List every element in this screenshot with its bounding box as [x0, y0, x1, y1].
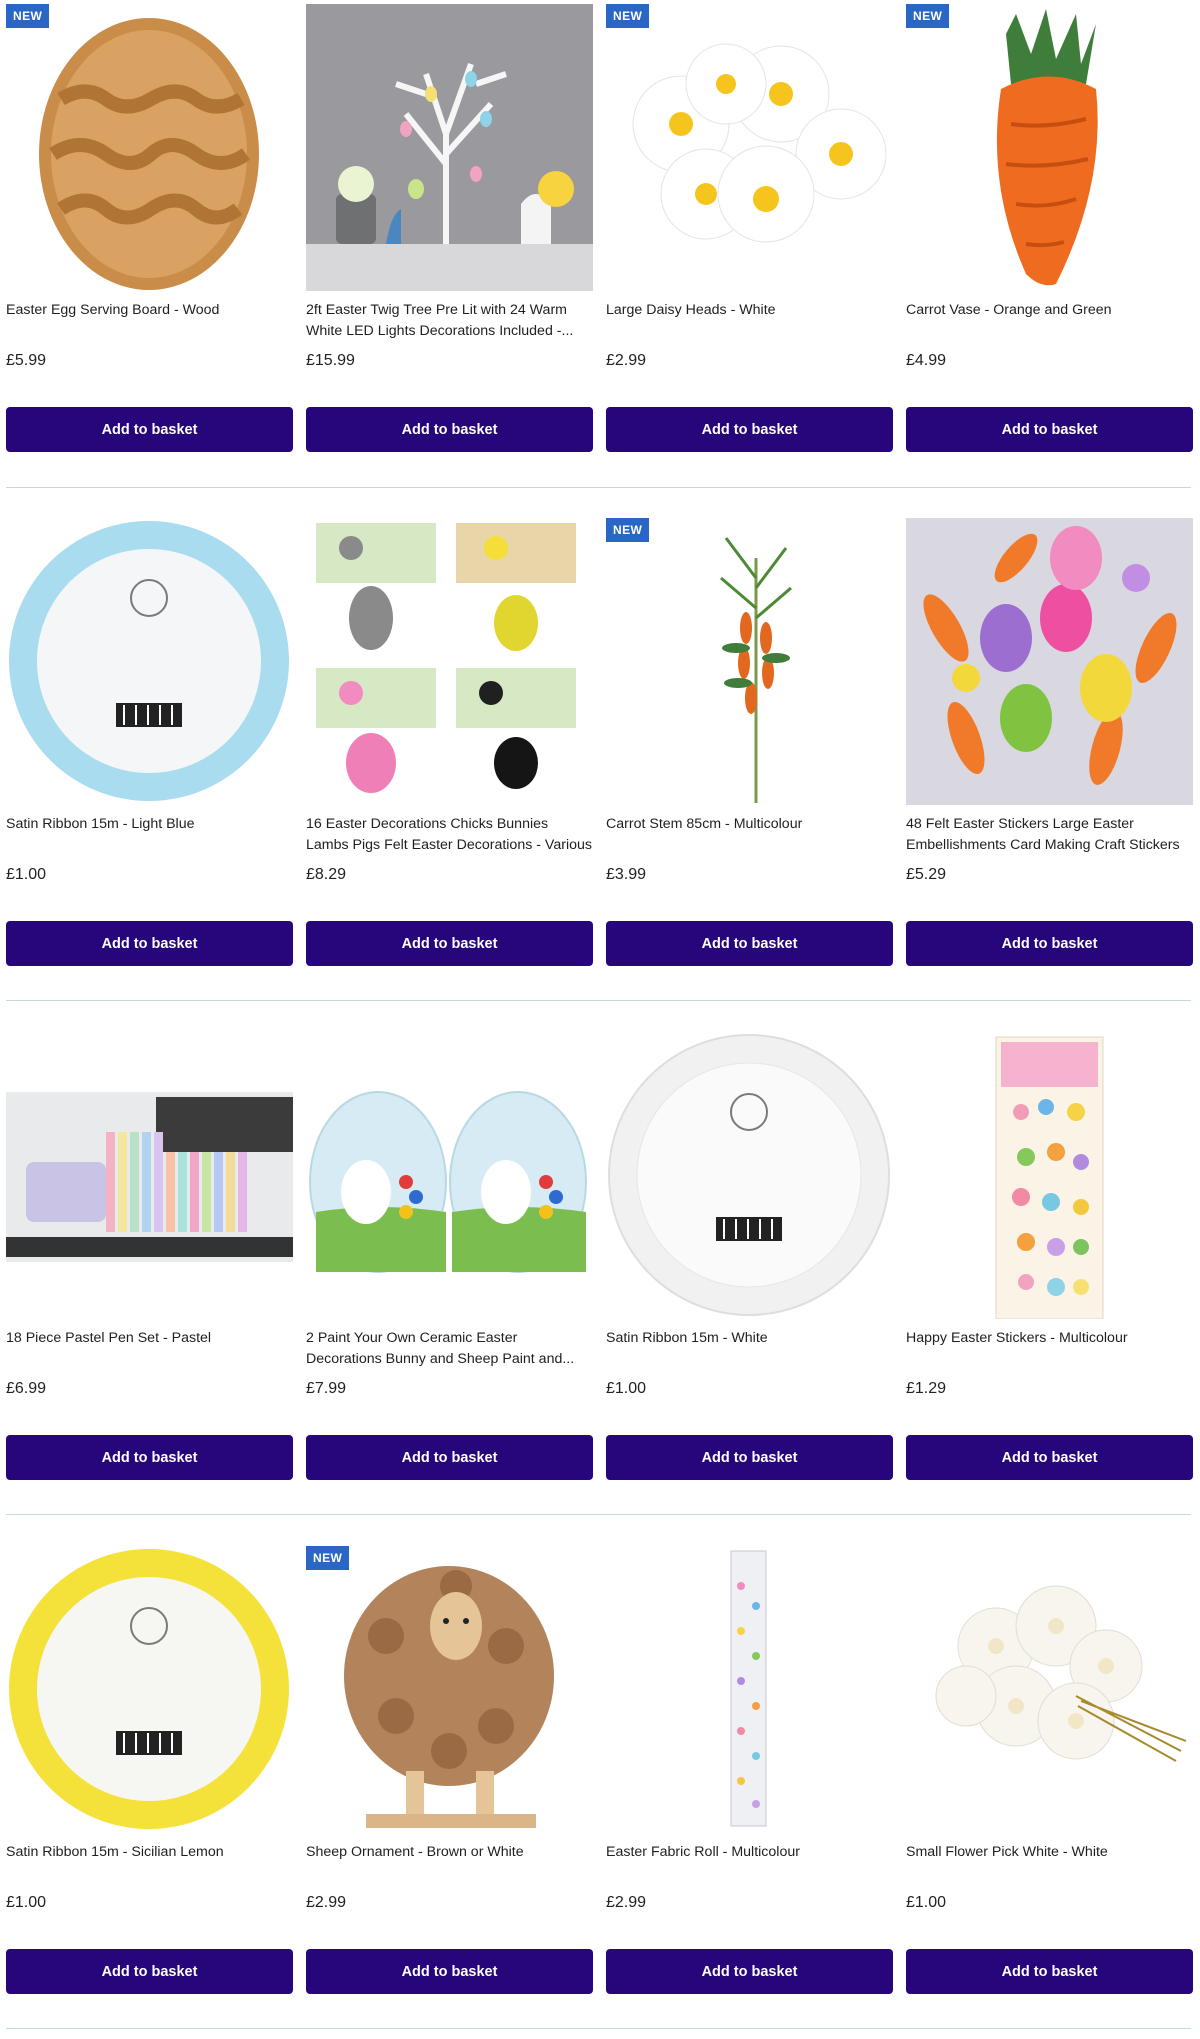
ribbon-yellow-image[interactable] — [6, 1546, 293, 1833]
product-title[interactable]: Easter Fabric Roll - Multicolour — [606, 1842, 893, 1884]
product-title[interactable]: Satin Ribbon 15m - Light Blue — [6, 814, 293, 856]
product-price: £3.99 — [606, 866, 647, 883]
add-to-basket-button[interactable]: Add to basket — [306, 1949, 593, 1994]
product-card[interactable]: 2ft Easter Twig Tree Pre Lit with 24 War… — [306, 0, 593, 513]
product-title[interactable]: Happy Easter Stickers - Multicolour — [906, 1328, 1193, 1370]
product-title[interactable]: Easter Egg Serving Board - Wood — [6, 300, 293, 342]
felt-stickers-image[interactable] — [906, 518, 1193, 805]
product-price: £5.99 — [6, 352, 47, 369]
new-badge: NEW — [606, 518, 650, 542]
product-card[interactable]: 18 Piece Pastel Pen Set - Pastel £6.99 A… — [6, 1028, 293, 1541]
product-price: £5.29 — [906, 866, 947, 883]
product-price: £1.00 — [606, 1380, 647, 1397]
egg-board-image[interactable] — [6, 4, 293, 291]
product-card[interactable]: Satin Ribbon 15m - Sicilian Lemon £1.00 … — [6, 1542, 293, 2039]
easter-stickers-image[interactable] — [906, 1032, 1193, 1319]
new-badge: NEW — [6, 4, 50, 28]
product-card[interactable]: Happy Easter Stickers - Multicolour £1.2… — [906, 1028, 1193, 1541]
paint-ceramic-image[interactable] — [306, 1032, 593, 1319]
ribbon-white-image[interactable] — [606, 1032, 893, 1319]
product-price: £1.00 — [6, 1894, 47, 1911]
daisy-heads-image[interactable] — [606, 4, 893, 291]
product-price: £7.99 — [306, 1380, 347, 1397]
product-price: £1.00 — [6, 866, 47, 883]
product-title[interactable]: Large Daisy Heads - White — [606, 300, 893, 342]
add-to-basket-button[interactable]: Add to basket — [306, 1435, 593, 1480]
product-price: £8.29 — [306, 866, 347, 883]
row-divider — [6, 2028, 1191, 2029]
carrot-stem-image[interactable] — [606, 518, 893, 805]
product-price: £2.99 — [606, 1894, 647, 1911]
add-to-basket-button[interactable]: Add to basket — [906, 1435, 1193, 1480]
product-title[interactable]: 16 Easter Decorations Chicks Bunnies Lam… — [306, 814, 593, 856]
new-badge: NEW — [606, 4, 650, 28]
sheep-ornament-image[interactable] — [306, 1546, 593, 1833]
product-card[interactable]: Small Flower Pick White - White £1.00 Ad… — [906, 1542, 1193, 2039]
product-price: £1.29 — [906, 1380, 947, 1397]
product-title[interactable]: 2ft Easter Twig Tree Pre Lit with 24 War… — [306, 300, 593, 342]
product-row: Satin Ribbon 15m - Sicilian Lemon £1.00 … — [0, 1542, 1200, 2039]
product-title[interactable]: Carrot Vase - Orange and Green — [906, 300, 1193, 342]
add-to-basket-button[interactable]: Add to basket — [306, 407, 593, 452]
product-price: £15.99 — [306, 352, 355, 369]
product-card[interactable]: Satin Ribbon 15m - Light Blue £1.00 Add … — [6, 514, 293, 1027]
product-price: £1.00 — [906, 1894, 947, 1911]
add-to-basket-button[interactable]: Add to basket — [606, 1949, 893, 1994]
product-card[interactable]: NEW Carrot Stem 85cm - Multicolour £3.99… — [606, 514, 893, 1027]
pastel-pen-image[interactable] — [6, 1032, 293, 1319]
product-price: £2.99 — [306, 1894, 347, 1911]
product-card[interactable]: NEW Large Daisy Heads - White £2.99 Add … — [606, 0, 893, 513]
add-to-basket-button[interactable]: Add to basket — [606, 407, 893, 452]
felt-decorations-image[interactable] — [306, 518, 593, 805]
product-card[interactable]: NEW Easter Egg Serving Board - Wood £5.9… — [6, 0, 293, 513]
add-to-basket-button[interactable]: Add to basket — [906, 921, 1193, 966]
new-badge: NEW — [906, 4, 950, 28]
flower-pick-image[interactable] — [906, 1546, 1193, 1833]
product-card[interactable]: NEW Carrot Vase - Orange and Green £4.99… — [906, 0, 1193, 513]
product-card[interactable]: Satin Ribbon 15m - White £1.00 Add to ba… — [606, 1028, 893, 1541]
add-to-basket-button[interactable]: Add to basket — [906, 1949, 1193, 1994]
row-divider — [6, 1000, 1191, 1001]
add-to-basket-button[interactable]: Add to basket — [606, 921, 893, 966]
carrot-vase-image[interactable] — [906, 4, 1193, 291]
product-title[interactable]: Small Flower Pick White - White — [906, 1842, 1193, 1884]
add-to-basket-button[interactable]: Add to basket — [906, 407, 1193, 452]
product-price: £2.99 — [606, 352, 647, 369]
add-to-basket-button[interactable]: Add to basket — [306, 921, 593, 966]
product-title[interactable]: Carrot Stem 85cm - Multicolour — [606, 814, 893, 856]
product-row: Satin Ribbon 15m - Light Blue £1.00 Add … — [0, 514, 1200, 1027]
add-to-basket-button[interactable]: Add to basket — [6, 1949, 293, 1994]
product-card[interactable]: NEW Sheep Ornament - Brown or White £2.9… — [306, 1542, 593, 2039]
product-price: £6.99 — [6, 1380, 47, 1397]
fabric-roll-image[interactable] — [606, 1546, 893, 1833]
product-card[interactable]: 2 Paint Your Own Ceramic Easter Decorati… — [306, 1028, 593, 1541]
product-title[interactable]: Satin Ribbon 15m - Sicilian Lemon — [6, 1842, 293, 1884]
product-row: NEW Easter Egg Serving Board - Wood £5.9… — [0, 0, 1200, 513]
product-card[interactable]: 16 Easter Decorations Chicks Bunnies Lam… — [306, 514, 593, 1027]
product-title[interactable]: 2 Paint Your Own Ceramic Easter Decorati… — [306, 1328, 593, 1370]
product-title[interactable]: 48 Felt Easter Stickers Large Easter Emb… — [906, 814, 1193, 856]
add-to-basket-button[interactable]: Add to basket — [6, 921, 293, 966]
product-title[interactable]: Sheep Ornament - Brown or White — [306, 1842, 593, 1884]
product-card[interactable]: Easter Fabric Roll - Multicolour £2.99 A… — [606, 1542, 893, 2039]
product-title[interactable]: Satin Ribbon 15m - White — [606, 1328, 893, 1370]
row-divider — [6, 1514, 1191, 1515]
product-price: £4.99 — [906, 352, 947, 369]
product-card[interactable]: 48 Felt Easter Stickers Large Easter Emb… — [906, 514, 1193, 1027]
add-to-basket-button[interactable]: Add to basket — [606, 1435, 893, 1480]
add-to-basket-button[interactable]: Add to basket — [6, 407, 293, 452]
add-to-basket-button[interactable]: Add to basket — [6, 1435, 293, 1480]
twig-tree-image[interactable] — [306, 4, 593, 291]
product-row: 18 Piece Pastel Pen Set - Pastel £6.99 A… — [0, 1028, 1200, 1541]
new-badge: NEW — [306, 1546, 350, 1570]
product-title[interactable]: 18 Piece Pastel Pen Set - Pastel — [6, 1328, 293, 1370]
row-divider — [6, 487, 1191, 488]
ribbon-blue-image[interactable] — [6, 518, 293, 805]
